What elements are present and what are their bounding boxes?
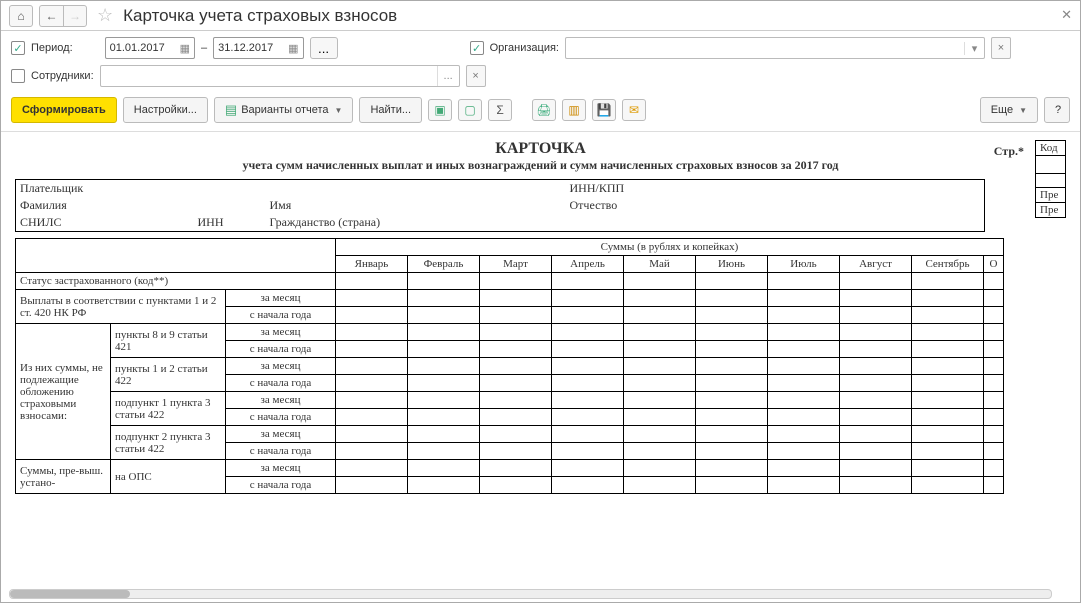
citizenship-label: Гражданство (страна) — [266, 214, 566, 232]
emp-input[interactable]: ... — [100, 65, 460, 87]
email-button[interactable]: ✉ — [622, 99, 646, 121]
status-row: Статус застрахованного (код**) — [16, 273, 336, 290]
row-label: Выплаты в соответствии с пунктами 1 и 2 … — [16, 290, 226, 324]
home-button[interactable]: ⌂ — [9, 5, 33, 27]
period-checkbox[interactable]: ✓ — [11, 41, 25, 55]
org-clear-button[interactable]: × — [991, 37, 1011, 59]
expand-tree-button[interactable]: ▣ — [428, 99, 452, 121]
month-header: Июнь — [696, 256, 768, 273]
back-button[interactable]: ← — [39, 5, 63, 27]
row-label: пункты 1 и 2 статьи 422 — [111, 358, 226, 392]
month-header: Сентябрь — [912, 256, 984, 273]
date-from-input[interactable]: 01.01.2017 ▦ — [105, 37, 195, 59]
month-header: Февраль — [408, 256, 480, 273]
horizontal-scrollbar[interactable] — [9, 589, 1052, 599]
print-button[interactable]: 🖨 — [532, 99, 556, 121]
snils-label: СНИЛС — [20, 215, 61, 229]
row-label: на ОПС — [111, 460, 226, 494]
org-label: Организация: — [490, 42, 559, 54]
close-button[interactable]: ✕ — [1061, 7, 1072, 23]
payer-label: Плательщик — [16, 180, 266, 198]
org-dropdown-icon[interactable]: ▾ — [964, 42, 984, 55]
report-variants-button[interactable]: ▤ Варианты отчета▼ — [214, 97, 354, 123]
row-label: подпункт 2 пункта 3 статьи 422 — [111, 426, 226, 460]
lastname-label: Фамилия — [16, 197, 266, 214]
generate-button[interactable]: Сформировать — [11, 97, 117, 123]
inn-kpp-label: ИНН/КПП — [566, 180, 985, 198]
emp-checkbox[interactable]: . — [11, 69, 25, 83]
save-button[interactable]: 💾 — [592, 99, 616, 121]
calendar-icon[interactable]: ▦ — [180, 42, 190, 55]
month-header: О — [984, 256, 1004, 273]
report-title: КАРТОЧКА — [15, 140, 1066, 158]
period-picker-button[interactable]: ... — [310, 37, 338, 59]
calendar-icon[interactable]: ▦ — [288, 42, 298, 55]
month-header: Январь — [336, 256, 408, 273]
emp-label: Сотрудники: — [31, 70, 94, 82]
month-header: Июль — [768, 256, 840, 273]
collapse-tree-button[interactable]: ▢ — [458, 99, 482, 121]
org-input[interactable]: ▾ — [565, 37, 985, 59]
settings-button[interactable]: Настройки... — [123, 97, 208, 123]
report-subtitle: учета сумм начисленных выплат и иных воз… — [15, 158, 1066, 173]
month-header: Август — [840, 256, 912, 273]
row-label: Суммы, пре-выш. устано- — [16, 460, 111, 494]
chart-button[interactable]: ▥ — [562, 99, 586, 121]
row-label: подпункт 1 пункта 3 статьи 422 — [111, 392, 226, 426]
help-button[interactable]: ? — [1044, 97, 1070, 123]
sum-header: Суммы (в рублях и копейках) — [336, 239, 1004, 256]
date-to-input[interactable]: 31.12.2017 ▦ — [213, 37, 303, 59]
sum-button[interactable]: Σ — [488, 99, 512, 121]
org-checkbox[interactable]: ✓ — [470, 41, 484, 55]
find-button[interactable]: Найти... — [359, 97, 422, 123]
inn-label: ИНН — [197, 215, 223, 229]
emp-picker-icon[interactable]: ... — [437, 66, 459, 86]
month-header: Март — [480, 256, 552, 273]
name-label: Имя — [266, 197, 566, 214]
forward-button[interactable]: → — [63, 5, 87, 27]
row-label: Из них суммы, не подлежащие обложению ст… — [16, 324, 111, 460]
code-boxes: Код Пре Пре — [1035, 140, 1066, 218]
page-label: Стр.* — [994, 144, 1024, 159]
more-button[interactable]: Еще▼ — [980, 97, 1038, 123]
variants-icon: ▤ — [225, 102, 237, 118]
emp-clear-button[interactable]: × — [466, 65, 486, 87]
report-table: Суммы (в рублях и копейках) Январь Февра… — [15, 238, 1004, 494]
period-label: Период: — [31, 42, 73, 54]
favorite-star-icon[interactable]: ☆ — [97, 5, 113, 26]
patronymic-label: Отчество — [566, 197, 985, 214]
row-label: пункты 8 и 9 статьи 421 — [111, 324, 226, 358]
month-header: Май — [624, 256, 696, 273]
page-title: Карточка учета страховых взносов — [123, 6, 397, 26]
month-header: Апрель — [552, 256, 624, 273]
